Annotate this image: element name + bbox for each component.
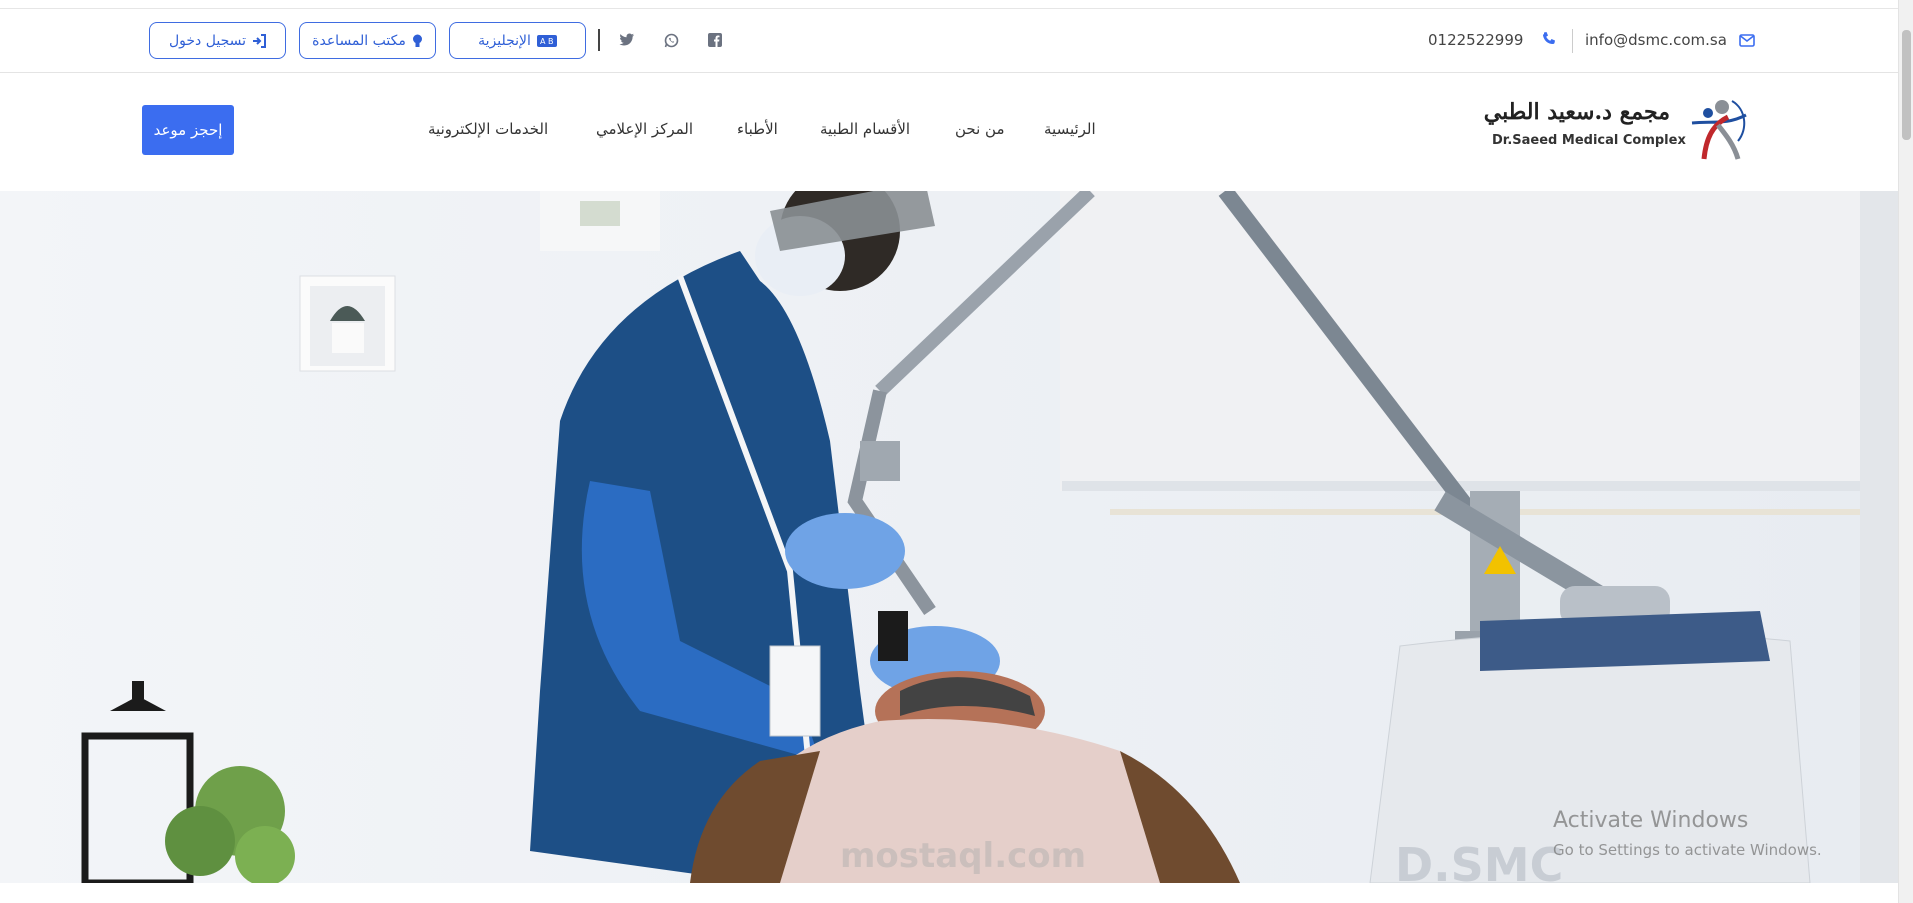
- logo-arabic-text: مجمع د.سعيد الطبي: [1483, 99, 1670, 125]
- phone-icon: [1541, 31, 1557, 51]
- help-desk-label: مكتب المساعدة: [312, 32, 406, 49]
- nav-medical-departments[interactable]: الأقسام الطبية: [820, 120, 910, 138]
- divider: [1572, 29, 1573, 53]
- scrollbar-thumb[interactable]: [1902, 30, 1911, 140]
- svg-text:A: A: [540, 37, 546, 46]
- lightbulb-icon: [412, 34, 423, 48]
- browser-strip: [0, 0, 1898, 9]
- sign-in-icon: [252, 33, 266, 48]
- nav-media-center[interactable]: المركز الإعلامي: [596, 120, 693, 138]
- logo-english-text: Dr.Saeed Medical Complex: [1492, 133, 1686, 148]
- machine-label: D.SMC: [1395, 838, 1563, 883]
- facebook-icon[interactable]: [706, 31, 724, 49]
- language-button[interactable]: الإنجليزية AB: [449, 22, 586, 59]
- nav-eservices[interactable]: الخدمات الإلكترونية: [428, 120, 548, 138]
- logo-mark-icon: [1691, 100, 1747, 160]
- watermark-text: mostaql.com: [840, 836, 1087, 876]
- vertical-scrollbar[interactable]: [1898, 0, 1913, 903]
- email-address[interactable]: info@dsmc.com.sa: [1585, 31, 1727, 49]
- nav-home[interactable]: الرئيسية: [1044, 120, 1096, 138]
- page: تسجيل دخول مكتب المساعدة الإنجليزية AB 0…: [0, 0, 1913, 903]
- phone-number[interactable]: 0122522999: [1428, 31, 1523, 49]
- help-desk-button[interactable]: مكتب المساعدة: [299, 22, 436, 59]
- whatsapp-icon[interactable]: [662, 31, 680, 49]
- top-bar: تسجيل دخول مكتب المساعدة الإنجليزية AB 0…: [0, 9, 1898, 73]
- site-logo[interactable]: مجمع د.سعيد الطبي Dr.Saeed Medical Compl…: [1484, 93, 1750, 165]
- twitter-icon[interactable]: [618, 31, 636, 49]
- hero-illustration: D.SMC: [81, 191, 1898, 883]
- nav-doctors[interactable]: الأطباء: [737, 120, 778, 138]
- main-navbar: إحجز موعد الخدمات الإلكترونية المركز الإ…: [0, 73, 1898, 191]
- language-label: الإنجليزية: [478, 32, 531, 49]
- login-label: تسجيل دخول: [169, 32, 246, 49]
- activate-windows-subtitle: Go to Settings to activate Windows.: [1553, 841, 1822, 859]
- envelope-icon: [1739, 32, 1755, 51]
- svg-text:B: B: [548, 37, 554, 46]
- nav-about-us[interactable]: من نحن: [955, 120, 1005, 138]
- book-appointment-button[interactable]: إحجز موعد: [142, 105, 234, 155]
- language-icon: AB: [536, 34, 557, 47]
- page-bottom: [0, 883, 1898, 903]
- login-button[interactable]: تسجيل دخول: [149, 22, 286, 59]
- hero-banner: D.SMC mostaql.com Activate Windows Go to…: [0, 191, 1898, 883]
- activate-windows-title: Activate Windows: [1553, 808, 1749, 833]
- separator: [598, 29, 600, 51]
